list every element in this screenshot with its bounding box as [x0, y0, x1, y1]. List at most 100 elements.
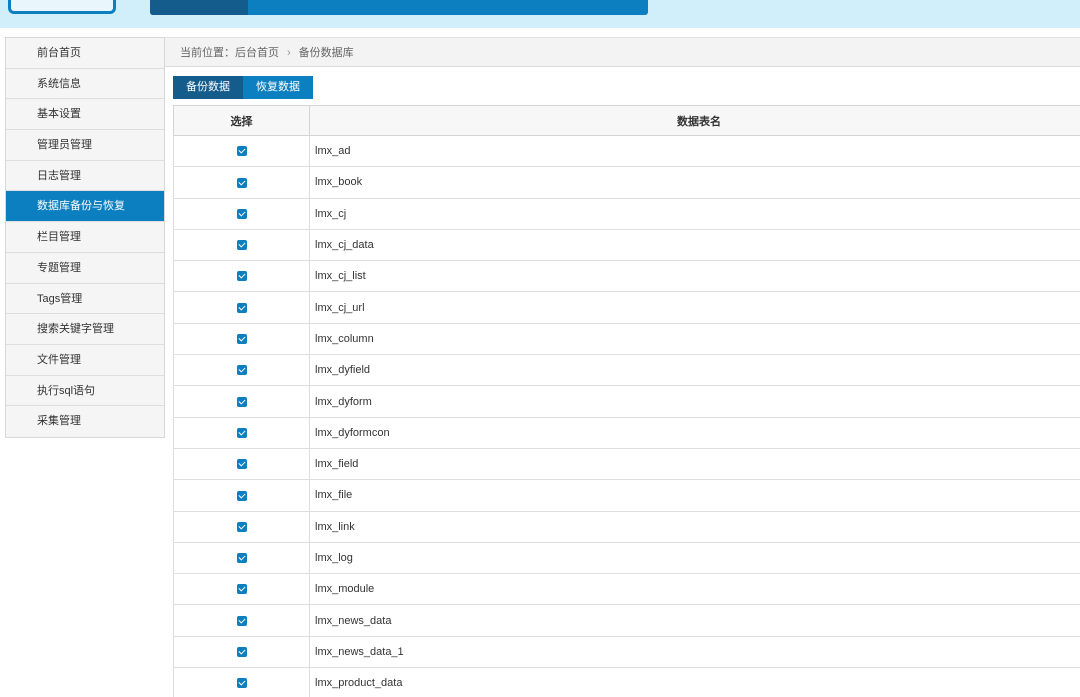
column-header-select: 选择 — [173, 105, 310, 136]
row-checkbox[interactable] — [236, 553, 247, 564]
row-checkbox[interactable] — [236, 490, 247, 501]
row-checkbox[interactable] — [236, 302, 247, 313]
row-checkbox[interactable] — [236, 646, 247, 657]
table-row: lmx_file — [173, 479, 1080, 512]
tab-backup-data[interactable]: 备份数据 — [173, 76, 243, 99]
top-nav-bar[interactable] — [150, 0, 648, 15]
tab-restore-data[interactable]: 恢复数据 — [243, 76, 313, 99]
breadcrumb-home-link[interactable]: 后台首页 — [235, 47, 279, 59]
select-cell — [173, 636, 310, 669]
sidebar-item[interactable]: 数据库备份与恢复 — [6, 191, 164, 223]
table-row: lmx_dyformcon — [173, 417, 1080, 449]
row-checkbox[interactable] — [236, 584, 247, 595]
logo[interactable]: lmxcms — [8, 0, 116, 14]
table-name-cell: lmx_file — [309, 479, 1080, 512]
table-name-cell: lmx_product_data — [309, 667, 1080, 697]
select-cell — [173, 198, 310, 230]
select-cell — [173, 448, 310, 481]
table-name-cell: lmx_module — [309, 573, 1080, 606]
table-row: lmx_cj_url — [173, 291, 1080, 324]
table-row: lmx_product_data — [173, 667, 1080, 697]
select-cell — [173, 354, 310, 387]
table-row: lmx_cj — [173, 198, 1080, 230]
table-name-cell: lmx_cj — [309, 198, 1080, 230]
tab-bar: 备份数据 恢复数据 — [173, 76, 313, 99]
sidebar-item[interactable]: 系统信息 — [6, 68, 164, 100]
row-checkbox[interactable] — [236, 365, 247, 376]
table-row: lmx_link — [173, 511, 1080, 543]
select-cell — [173, 542, 310, 575]
row-checkbox[interactable] — [236, 678, 247, 689]
select-cell — [173, 260, 310, 293]
table-row: lmx_book — [173, 166, 1080, 199]
table-row: lmx_cj_list — [173, 260, 1080, 293]
table-row: lmx_log — [173, 542, 1080, 575]
row-checkbox[interactable] — [236, 177, 247, 188]
row-checkbox[interactable] — [236, 208, 247, 219]
table-name-cell: lmx_link — [309, 511, 1080, 543]
select-cell — [173, 291, 310, 324]
table-name-cell: lmx_log — [309, 542, 1080, 575]
select-cell — [173, 135, 310, 168]
sidebar-item[interactable]: 前台首页 — [6, 38, 164, 69]
table-row: lmx_news_data_1 — [173, 636, 1080, 669]
select-cell — [173, 166, 310, 199]
select-cell — [173, 667, 310, 697]
table-row: lmx_ad — [173, 135, 1080, 168]
row-checkbox[interactable] — [236, 459, 247, 470]
table-row: lmx_column — [173, 323, 1080, 356]
breadcrumb-separator: › — [287, 47, 291, 59]
breadcrumb-current: 备份数据库 — [298, 47, 354, 59]
select-cell — [173, 323, 310, 356]
sidebar-item[interactable]: 采集管理 — [6, 406, 164, 437]
sidebar: 前台首页 系统信息 基本设置 管理员管理 日志管理 数据库备份与恢复 栏目管理 专题管理 Tag… — [5, 37, 165, 438]
sidebar-item[interactable]: 执行sql语句 — [6, 375, 164, 407]
table-row: lmx_dyfield — [173, 354, 1080, 387]
table-name-cell: lmx_book — [309, 166, 1080, 199]
select-cell — [173, 604, 310, 637]
sidebar-item[interactable]: 文件管理 — [6, 344, 164, 376]
row-checkbox[interactable] — [236, 521, 247, 532]
select-cell — [173, 573, 310, 606]
sidebar-item[interactable]: 日志管理 — [6, 160, 164, 192]
table-name-cell: lmx_dyfield — [309, 354, 1080, 387]
breadcrumb: 当前位置：后台首页 › 备份数据库 — [165, 37, 1080, 67]
sidebar-item[interactable]: 管理员管理 — [6, 130, 164, 161]
sidebar-item[interactable]: 专题管理 — [6, 252, 164, 284]
sidebar-item[interactable]: 搜索关键字管理 — [6, 314, 164, 345]
sidebar-item[interactable]: Tags管理 — [6, 283, 164, 315]
row-checkbox[interactable] — [236, 271, 247, 282]
select-cell — [173, 479, 310, 512]
select-cell — [173, 511, 310, 543]
table-row: lmx_module — [173, 573, 1080, 606]
main-content: 当前位置：后台首页 › 备份数据库 备份数据 恢复数据 选择 数据表名 lmx_ad l… — [165, 37, 1080, 697]
select-cell — [173, 229, 310, 262]
breadcrumb-prefix: 当前位置： — [180, 47, 235, 59]
select-cell — [173, 385, 310, 418]
table-name-cell: lmx_ad — [309, 135, 1080, 168]
row-checkbox[interactable] — [236, 146, 247, 157]
table-name-cell: lmx_cj_url — [309, 291, 1080, 324]
table-row: lmx_news_data — [173, 604, 1080, 637]
select-cell — [173, 417, 310, 449]
row-checkbox[interactable] — [236, 334, 247, 345]
table-name-cell: lmx_news_data — [309, 604, 1080, 637]
top-banner: lmxcms — [0, 0, 1080, 28]
column-header-table-name: 数据表名 — [309, 105, 1080, 136]
table-row: lmx_dyform — [173, 385, 1080, 418]
tables-list: 选择 数据表名 lmx_ad lmx_book lmx_cj lmx_cj_data l… — [173, 105, 1080, 697]
table-row: lmx_cj_data — [173, 229, 1080, 262]
row-checkbox[interactable] — [236, 396, 247, 407]
sidebar-item[interactable]: 栏目管理 — [6, 222, 164, 253]
table-name-cell: lmx_news_data_1 — [309, 636, 1080, 669]
table-name-cell: lmx_cj_data — [309, 229, 1080, 262]
row-checkbox[interactable] — [236, 615, 247, 626]
row-checkbox[interactable] — [236, 240, 247, 251]
row-checkbox[interactable] — [236, 427, 247, 438]
top-nav-active-segment[interactable] — [150, 0, 248, 15]
table-name-cell: lmx_field — [309, 448, 1080, 481]
table-name-cell: lmx_column — [309, 323, 1080, 356]
table-name-cell: lmx_dyform — [309, 385, 1080, 418]
table-row: lmx_field — [173, 448, 1080, 481]
sidebar-item[interactable]: 基本设置 — [6, 99, 164, 131]
